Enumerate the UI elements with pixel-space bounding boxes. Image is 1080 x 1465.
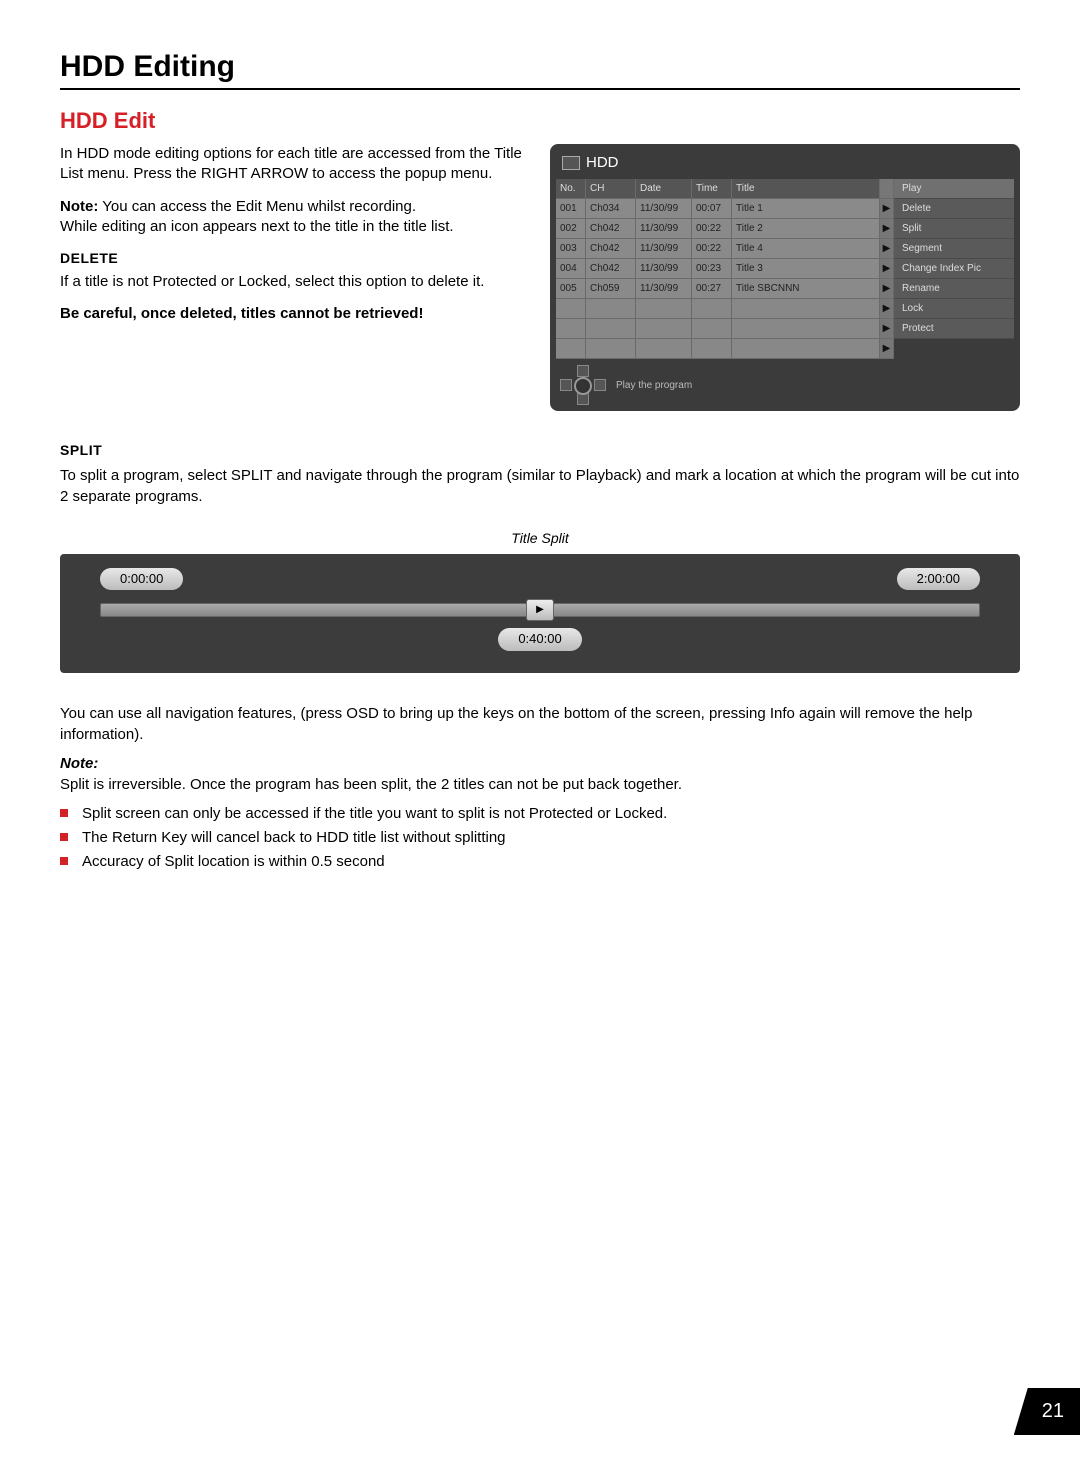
split-heading: SPLIT — [60, 441, 1020, 461]
split-end-time: 2:00:00 — [897, 568, 980, 590]
menu-item-split: Split — [894, 219, 1014, 239]
menu-item-lock: Lock — [894, 299, 1014, 319]
menu-item-delete: Delete — [894, 199, 1014, 219]
osd-footer-hint: Play the program — [616, 380, 692, 391]
title-split-diagram: 0:00:00 2:00:00 ▶ 0:40:00 — [60, 554, 1020, 672]
table-row-empty: .▶ — [556, 319, 894, 339]
note-label: Note: — [60, 755, 98, 772]
col-date: Date — [636, 179, 692, 199]
list-item: Accuracy of Split location is within 0.5… — [60, 851, 1020, 872]
page-number: 21 — [1014, 1388, 1080, 1435]
menu-item-play: Play — [894, 179, 1014, 199]
list-item: Split screen can only be accessed if the… — [60, 803, 1020, 824]
split-start-time: 0:00:00 — [100, 568, 183, 590]
menu-item-segment: Segment — [894, 239, 1014, 259]
menu-item-change-index: Change Index Pic — [894, 259, 1014, 279]
intro-paragraph-2: While editing an icon appears next to th… — [60, 218, 454, 235]
intro-note: Note: You can access the Edit Menu whils… — [60, 197, 535, 238]
split-note-text: Split is irreversible. Once the program … — [60, 776, 682, 793]
osd-title-text: HDD — [586, 154, 619, 171]
table-header-row: No. CH Date Time Title — [556, 179, 894, 199]
menu-item-rename: Rename — [894, 279, 1014, 299]
delete-warning: Be careful, once deleted, titles cannot … — [60, 304, 535, 324]
section-heading-hdd-edit: HDD Edit — [60, 108, 1020, 134]
note-text: You can access the Edit Menu whilst reco… — [98, 198, 416, 215]
delete-text: If a title is not Protected or Locked, s… — [60, 272, 535, 292]
intro-paragraph: In HDD mode editing options for each tit… — [60, 144, 535, 185]
title-split-label: Title Split — [60, 529, 1020, 549]
col-time: Time — [692, 179, 732, 199]
split-paragraph-1: To split a program, select SPLIT and nav… — [60, 465, 1020, 507]
menu-item-protect: Protect — [894, 319, 1014, 339]
col-no: No. — [556, 179, 586, 199]
table-row: 001 Ch034 11/30/99 00:07 Title 1 ▶ — [556, 199, 894, 219]
osd-context-menu: Play Delete Split Segment Change Index P… — [894, 179, 1014, 405]
split-bullet-list: Split screen can only be accessed if the… — [60, 803, 1020, 872]
dpad-icon — [560, 365, 606, 405]
hdd-icon — [562, 156, 580, 170]
list-item: The Return Key will cancel back to HDD t… — [60, 827, 1020, 848]
osd-table: No. CH Date Time Title 001 Ch034 11/30/9… — [556, 179, 894, 405]
page-title: HDD Editing — [60, 50, 1020, 90]
hdd-osd-screenshot: HDD No. CH Date Time Title 001 — [550, 144, 1020, 411]
table-row: 003 Ch042 11/30/99 00:22 Title 4 ▶ — [556, 239, 894, 259]
table-row: 005 Ch059 11/30/99 00:27 Title SBCNNN ▶ — [556, 279, 894, 299]
note-label: Note: — [60, 198, 98, 215]
table-row-empty: .▶ — [556, 339, 894, 359]
table-row: 004 Ch042 11/30/99 00:23 Title 3 ▶ — [556, 259, 894, 279]
col-title: Title — [732, 179, 880, 199]
split-paragraph-2: You can use all navigation features, (pr… — [60, 703, 1020, 745]
col-arrow — [880, 179, 894, 199]
table-row-empty: .▶ — [556, 299, 894, 319]
table-row: 002 Ch042 11/30/99 00:22 Title 2 ▶ — [556, 219, 894, 239]
delete-heading: DELETE — [60, 249, 535, 268]
split-handle-play-icon: ▶ — [526, 599, 554, 621]
col-ch: CH — [586, 179, 636, 199]
split-note: Note: Split is irreversible. Once the pr… — [60, 753, 1020, 795]
split-current-time: 0:40:00 — [498, 628, 581, 650]
